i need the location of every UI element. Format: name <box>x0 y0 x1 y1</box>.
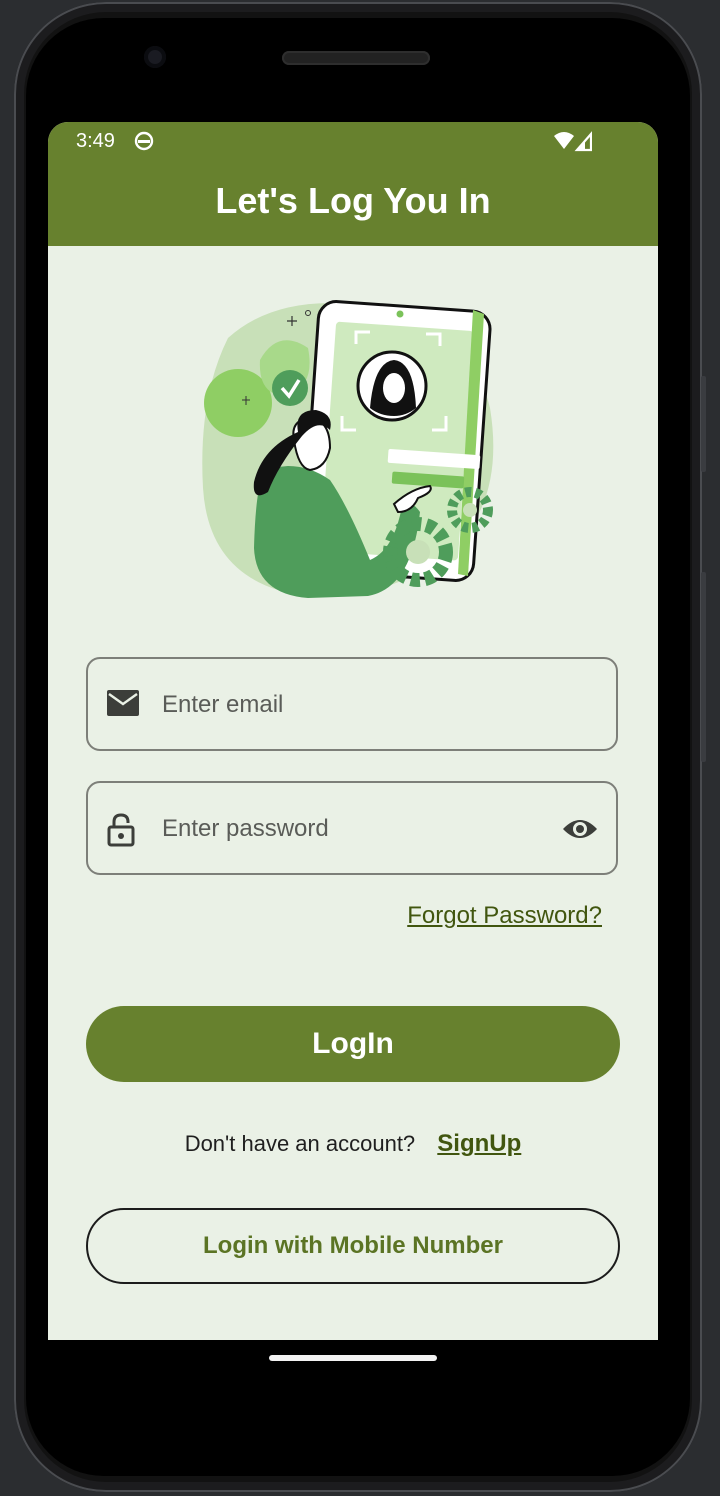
forgot-password-link[interactable]: Forgot Password? <box>407 902 602 930</box>
password-field[interactable]: Enter password <box>86 781 618 875</box>
wifi-icon <box>554 131 593 152</box>
status-icons <box>552 130 593 157</box>
earpiece-speaker <box>282 51 430 65</box>
android-face-icon <box>134 131 154 156</box>
password-placeholder: Enter password <box>162 815 329 842</box>
front-camera <box>144 46 166 68</box>
lock-icon <box>106 813 136 852</box>
signup-prompt-text: Don't have an account? <box>184 1131 416 1156</box>
power-button <box>701 572 706 762</box>
page-title: Let's Log You In <box>215 180 491 221</box>
signup-row: Don't have an account? SignUp <box>48 1130 658 1158</box>
volume-button <box>701 376 706 472</box>
login-with-mobile-button[interactable]: Login with Mobile Number <box>86 1208 620 1284</box>
login-illustration <box>198 298 498 603</box>
signup-link[interactable]: SignUp <box>437 1130 521 1157</box>
email-field[interactable]: Enter email <box>86 657 618 751</box>
eye-icon[interactable] <box>562 817 598 846</box>
email-placeholder: Enter email <box>162 691 284 718</box>
status-time: 3:49 <box>76 130 115 152</box>
login-button[interactable]: LogIn <box>86 1006 620 1082</box>
home-indicator[interactable] <box>269 1355 437 1361</box>
mail-icon <box>106 689 140 722</box>
app-bar: 3:49 Let's Log You In <box>48 122 658 246</box>
app-screen: 3:49 Let's Log You In Enter email Enter … <box>48 122 658 1340</box>
